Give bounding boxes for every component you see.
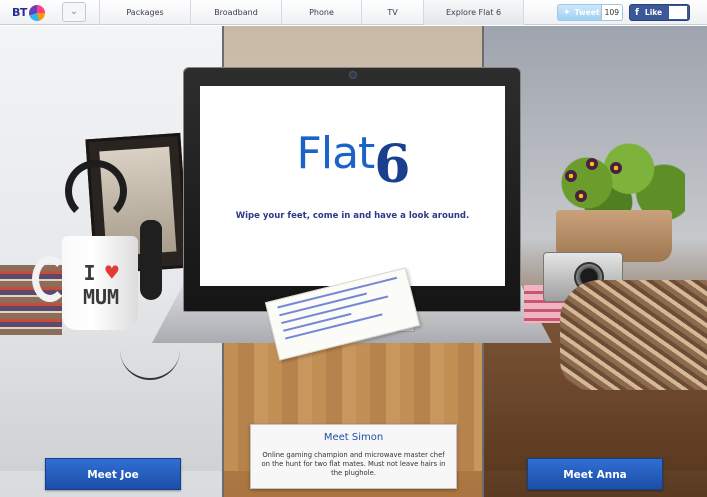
like-count-box [669,6,687,19]
nav-tab-tv[interactable]: TV [361,0,423,25]
flower-icon [610,162,622,174]
tweet-count: 109 [600,5,622,20]
laptop-screen [200,86,505,286]
bt-logo-text: BT [12,6,27,19]
tweet-button[interactable]: ✦ Tweet 109 [557,4,623,21]
nav-tab-explore-flat6[interactable]: Explore Flat 6 [423,0,524,25]
meet-simon-title[interactable]: Meet Simon [251,432,456,443]
knit-scarf-image [560,280,707,390]
mug-text-i: I [83,261,96,285]
meet-simon-card[interactable]: Meet Simon Online gaming champion and mi… [250,424,457,489]
twitter-bird-icon: ✦ [563,7,571,18]
flower-icon [586,158,598,170]
main-nav: Packages Broadband Phone TV Explore Flat… [99,0,524,25]
heart-icon: ♥ [105,261,119,286]
simon-description: Online gaming champion and microwave mas… [261,451,446,477]
meet-joe-button[interactable]: Meet Joe [45,458,181,490]
brand-number: 6 [374,134,411,195]
facebook-like-button[interactable]: f Like [629,4,690,21]
brand-word: Flat [296,128,376,179]
nav-tab-packages[interactable]: Packages [99,0,190,25]
meet-anna-button[interactable]: Meet Anna [527,458,663,490]
flower-icon [565,170,577,182]
mug-text-mum: MUM [82,285,120,309]
facebook-f-icon: f [635,7,639,18]
like-label: Like [644,8,663,17]
mug-text: I ♥ MUM [66,262,136,310]
nav-tab-broadband[interactable]: Broadband [190,0,281,25]
webcam-icon [349,71,357,79]
toy-guitar-image [140,220,162,300]
tagline: Wipe your feet, come in and have a look … [235,211,470,221]
chevron-double-down-icon: ⌄ [69,6,79,17]
bt-logo[interactable]: BT [12,4,45,21]
bt-globe-icon [28,4,45,21]
tweet-label: Tweet [574,8,600,17]
menu-dropdown-button[interactable]: ⌄ [62,2,86,22]
nav-tab-phone[interactable]: Phone [281,0,361,25]
top-navigation-bar: BT ⌄ Packages Broadband Phone TV Explore… [0,0,707,25]
flower-icon [575,190,587,202]
